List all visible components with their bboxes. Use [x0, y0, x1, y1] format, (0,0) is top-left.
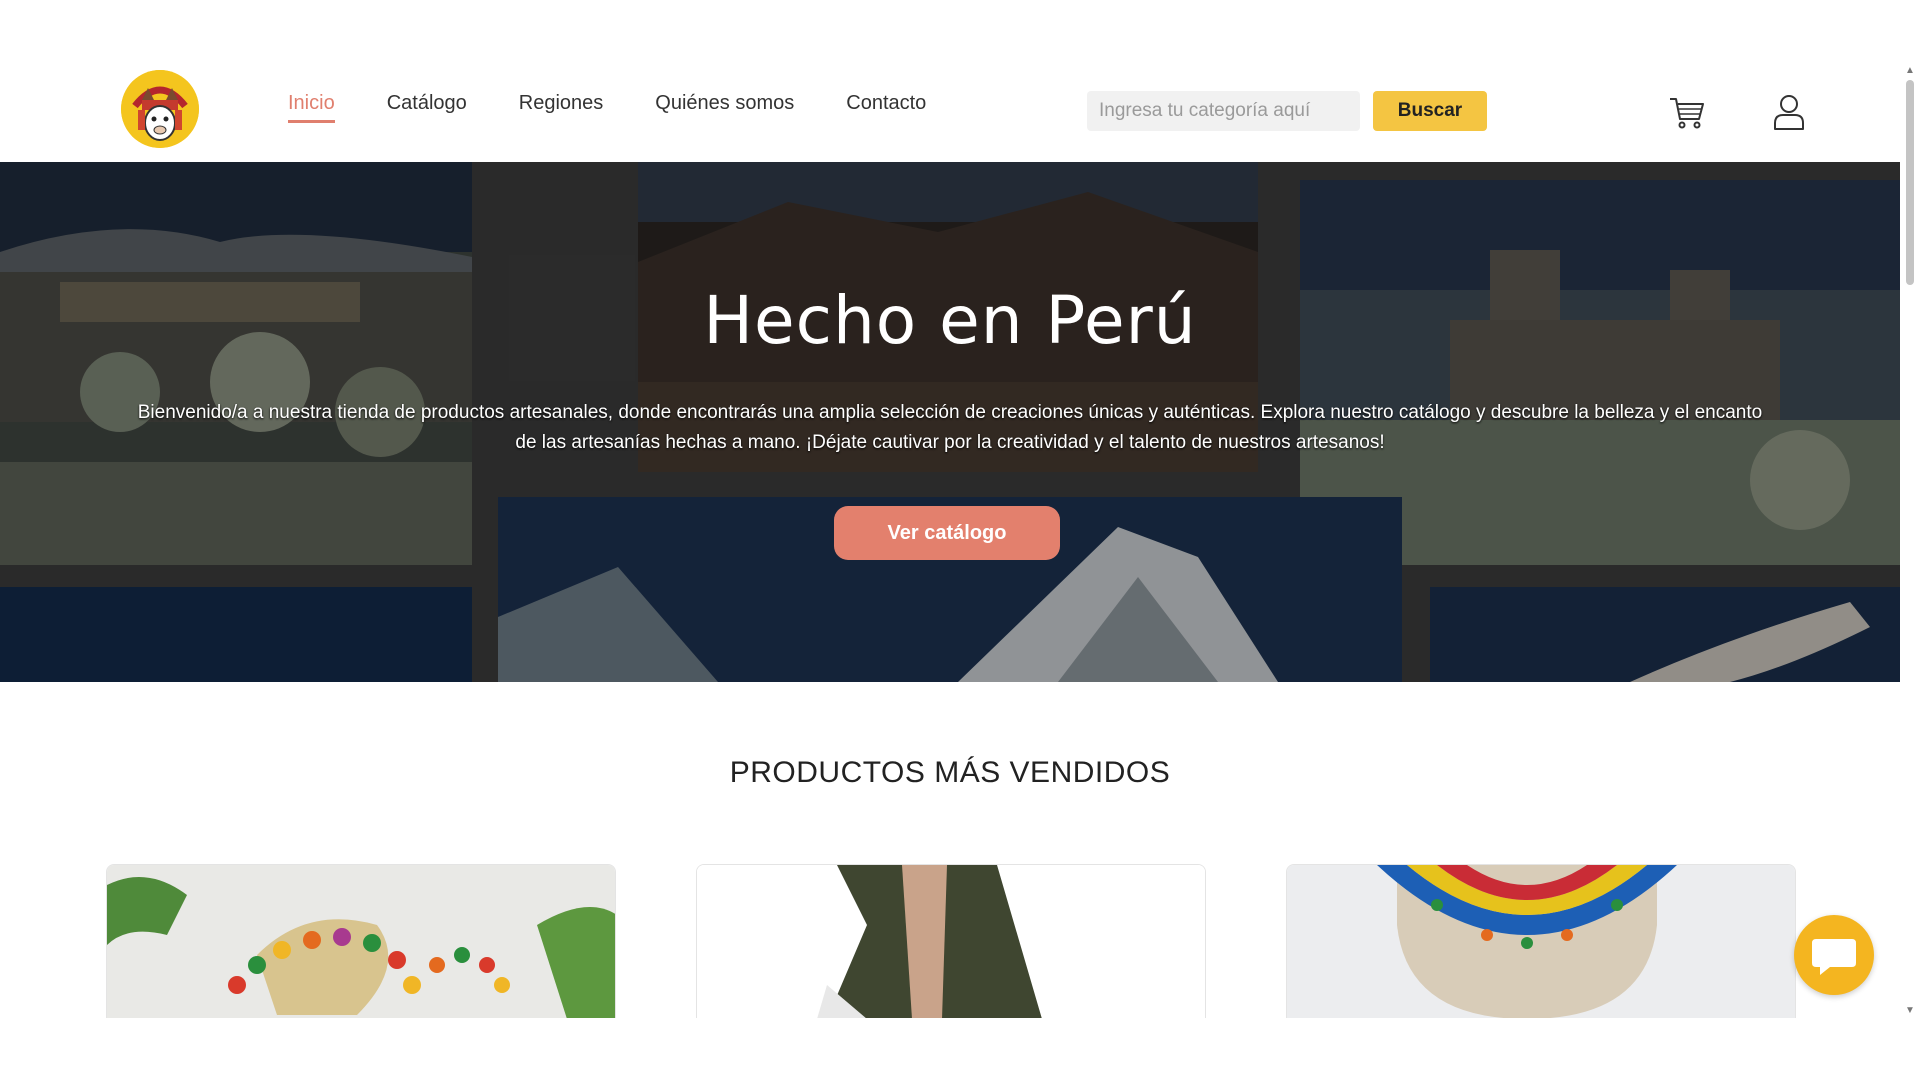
- nav-quienes-somos[interactable]: Quiénes somos: [655, 92, 794, 123]
- poncho-image: [697, 865, 1205, 1018]
- product-card-bracelets[interactable]: [106, 864, 616, 1018]
- necklace-image: [1287, 865, 1795, 1018]
- logo[interactable]: [121, 70, 199, 148]
- nav-catalogo[interactable]: Catálogo: [387, 92, 467, 123]
- section-title: PRODUCTOS MÁS VENDIDOS: [729, 756, 1171, 789]
- nav-inicio[interactable]: Inicio: [288, 92, 335, 123]
- search-input[interactable]: [1087, 91, 1360, 131]
- site-header: Inicio Catálogo Regiones Quiénes somos C…: [0, 0, 1900, 162]
- main-nav: Inicio Catálogo Regiones Quiénes somos C…: [288, 92, 978, 123]
- cart-button[interactable]: [1667, 92, 1707, 132]
- hero-title: Hecho en Perú: [703, 282, 1197, 359]
- user-icon: [1774, 95, 1804, 130]
- chat-button[interactable]: [1794, 915, 1874, 995]
- chat-icon: [1812, 939, 1856, 975]
- bracelets-image: [107, 865, 615, 1018]
- cart-icon: [1670, 98, 1704, 129]
- llama-logo-icon: [121, 70, 199, 148]
- scroll-down-icon[interactable]: ▼: [1903, 1004, 1917, 1018]
- scrollbar-thumb[interactable]: [1906, 80, 1914, 285]
- scroll-up-icon[interactable]: ▲: [1903, 64, 1917, 78]
- product-card-necklace[interactable]: [1286, 864, 1796, 1018]
- nav-contacto[interactable]: Contacto: [846, 92, 926, 123]
- hero-description: Bienvenido/a a nuestra tienda de product…: [137, 402, 1763, 453]
- product-card-poncho[interactable]: [696, 864, 1206, 1018]
- ver-catalogo-button[interactable]: Ver catálogo: [834, 506, 1060, 560]
- search-button[interactable]: Buscar: [1373, 91, 1487, 131]
- hero-banner: Hecho en Perú Bienvenido/a a nuestra tie…: [0, 162, 1900, 682]
- user-button[interactable]: [1769, 92, 1809, 132]
- nav-regiones[interactable]: Regiones: [519, 92, 604, 123]
